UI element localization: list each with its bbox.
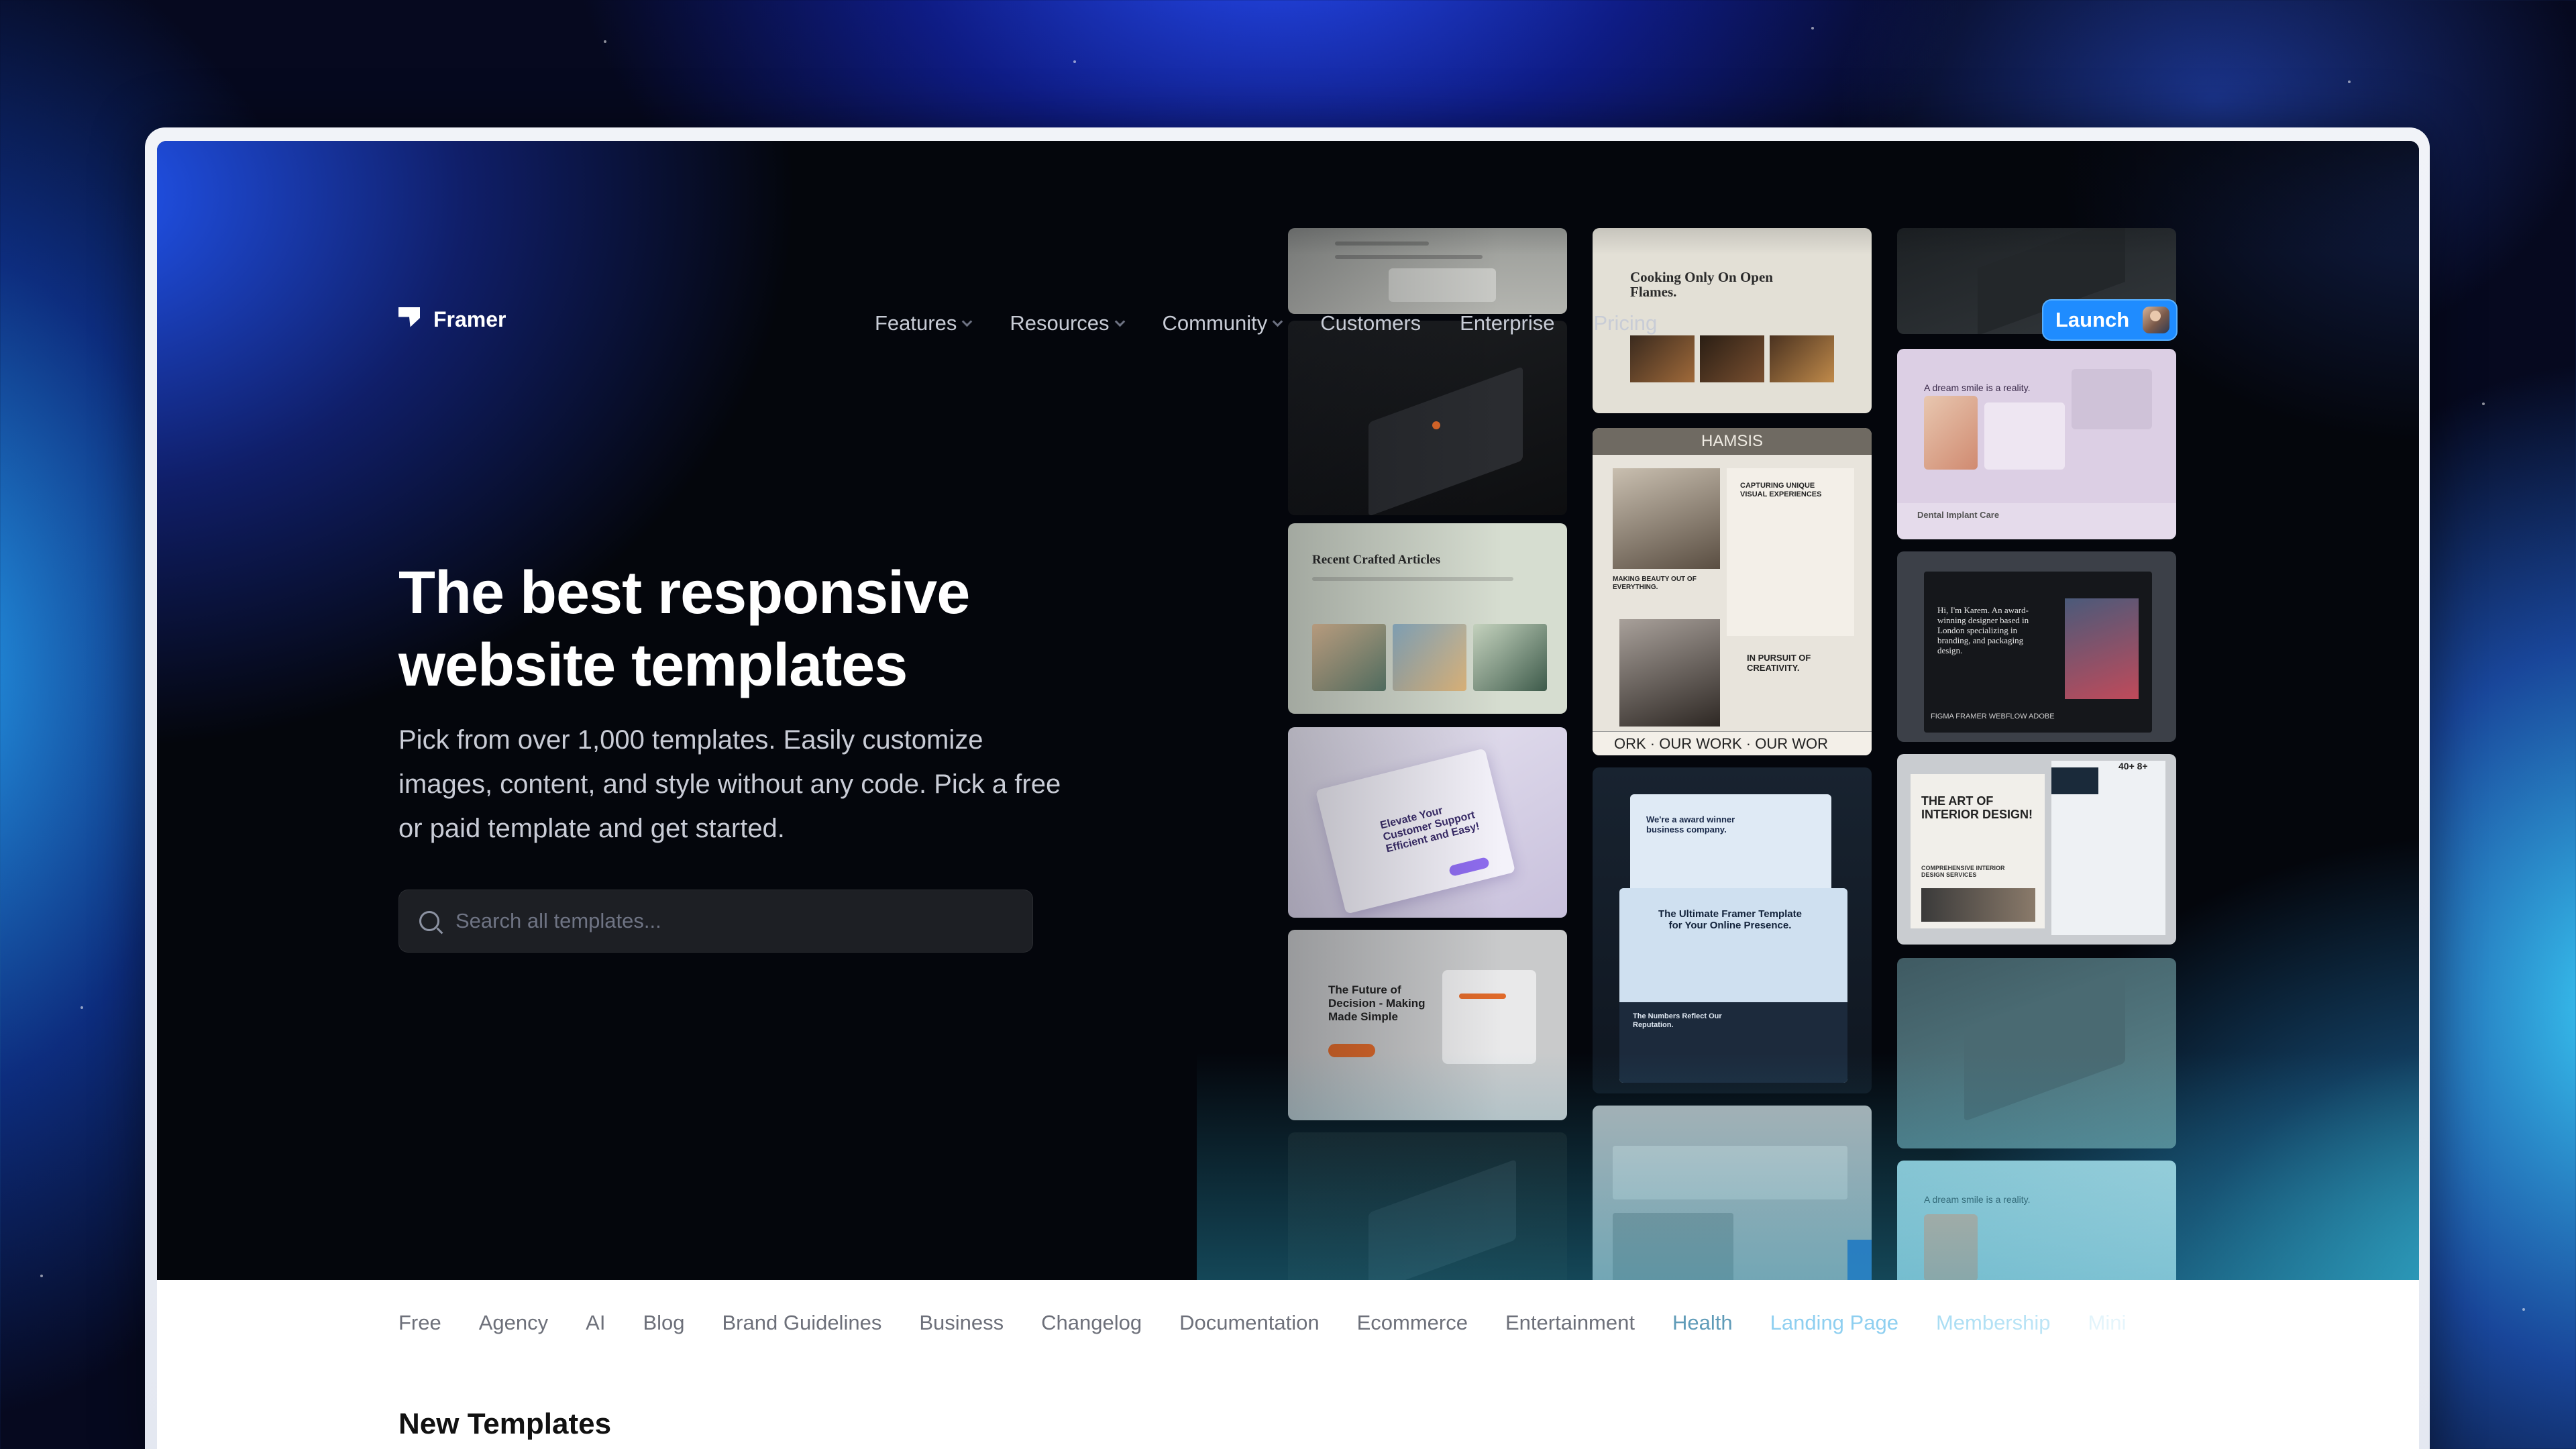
template-title: The Future of Decision - Making Made Sim… — [1328, 983, 1426, 1023]
template-card[interactable] — [1897, 958, 2176, 1148]
template-headline: A dream smile is a reality. — [1924, 1194, 2031, 1205]
template-title: Cooking Only On Open Flames. — [1630, 269, 1773, 300]
hero-subtitle: Pick from over 1,000 templates. Easily c… — [398, 725, 1061, 843]
nav-item-features[interactable]: Features — [875, 311, 973, 335]
template-card[interactable] — [1593, 1106, 1872, 1280]
template-headline: THE ART OF INTERIOR DESIGN! — [1921, 794, 2033, 821]
star — [2348, 80, 2351, 83]
chevron-down-icon — [1273, 316, 1283, 327]
nav-item-pricing[interactable]: Pricing — [1593, 311, 1657, 335]
category-tab-documentation[interactable]: Documentation — [1179, 1311, 1320, 1335]
template-headline: MAKING BEAUTY OUT OF EVERYTHING. — [1613, 576, 1697, 591]
template-card[interactable]: Hi, I'm Karem. An award-winning designer… — [1897, 551, 2176, 742]
chevron-down-icon — [962, 316, 973, 327]
category-tab-brand-guidelines[interactable]: Brand Guidelines — [722, 1311, 882, 1335]
template-headline: The Ultimate Framer Template for Your On… — [1658, 908, 1802, 931]
hero-section: Recent Crafted Articles Elevate Your Cus… — [157, 141, 2419, 1280]
nav-label: Pricing — [1593, 311, 1658, 335]
template-headline: IN PURSUIT OF CREATIVITY. — [1747, 653, 1811, 673]
nav-label: Resources — [1010, 311, 1110, 335]
category-tab-mini[interactable]: Mini — [2088, 1311, 2127, 1335]
chevron-down-icon — [1114, 316, 1125, 327]
avatar[interactable] — [2143, 307, 2169, 333]
star — [40, 1275, 43, 1277]
template-logos: FIGMA FRAMER WEBFLOW ADOBE — [1931, 712, 2055, 720]
template-headline: COMPREHENSIVE INTERIOR DESIGN SERVICES — [1921, 865, 2005, 878]
template-marquee: ORK · OUR WORK · OUR WOR — [1614, 735, 1828, 752]
browser-viewport: Recent Crafted Articles Elevate Your Cus… — [157, 141, 2419, 1449]
template-headline: CAPTURING UNIQUE VISUAL EXPERIENCES — [1740, 482, 1822, 498]
framer-logo-icon — [398, 307, 420, 327]
template-headline: The Numbers Reflect Our Reputation. — [1633, 1012, 1722, 1029]
nav-label: Features — [875, 311, 957, 335]
nav-label: Customers — [1320, 311, 1421, 335]
template-headline: A dream smile is a reality. — [1924, 382, 2031, 393]
category-tab-blog[interactable]: Blog — [643, 1311, 684, 1335]
template-title: HAMSIS — [1701, 432, 1763, 450]
template-stats: 40+ 8+ — [2118, 761, 2148, 771]
brand-name: Framer — [433, 307, 506, 331]
template-card[interactable] — [1288, 228, 1567, 314]
template-card[interactable]: HAMSIS CAPTURING UNIQUE VISUAL EXPERIENC… — [1593, 428, 1872, 755]
page-title: The best responsive website templates — [398, 559, 970, 699]
brand-logo[interactable]: Framer — [398, 302, 506, 332]
category-tab-health[interactable]: Health — [1672, 1311, 1733, 1335]
nav-item-enterprise[interactable]: Enterprise — [1460, 311, 1554, 335]
template-card[interactable]: The Future of Decision - Making Made Sim… — [1288, 930, 1567, 1120]
category-tabs: Free Agency AI Blog Brand Guidelines Bus… — [398, 1311, 2126, 1335]
template-headline: Hi, I'm Karem. An award-winning designer… — [1937, 605, 2029, 655]
template-card[interactable]: A dream smile is a reality. — [1897, 1161, 2176, 1280]
template-card[interactable]: A dream smile is a reality. Dental Impla… — [1897, 349, 2176, 539]
template-card[interactable]: Elevate Your Customer Support Efficient … — [1288, 727, 1567, 918]
search-icon — [419, 911, 439, 931]
launch-button[interactable]: Launch — [2042, 299, 2178, 341]
star — [1811, 27, 1814, 30]
category-tab-changelog[interactable]: Changelog — [1041, 1311, 1142, 1335]
category-tab-landing-page[interactable]: Landing Page — [1770, 1311, 1898, 1335]
template-headline: We're a award winner business company. — [1646, 814, 1735, 835]
launch-label: Launch — [2055, 308, 2130, 331]
search-bar[interactable] — [398, 890, 1033, 953]
category-tab-entertainment[interactable]: Entertainment — [1505, 1311, 1635, 1335]
nav-item-customers[interactable]: Customers — [1320, 311, 1421, 335]
template-card[interactable]: We're a award winner business company. T… — [1593, 767, 1872, 1093]
template-card[interactable]: THE ART OF INTERIOR DESIGN! COMPREHENSIV… — [1897, 754, 2176, 945]
star — [2522, 1308, 2525, 1311]
section-title-new-templates: New Templates — [398, 1407, 612, 1440]
template-title: Recent Crafted Articles — [1312, 553, 1440, 567]
template-card[interactable] — [1288, 321, 1567, 515]
category-tab-ai[interactable]: AI — [586, 1311, 605, 1335]
star — [1073, 60, 1076, 63]
category-tab-business[interactable]: Business — [919, 1311, 1004, 1335]
nav-item-community[interactable]: Community — [1162, 311, 1283, 335]
category-tab-free[interactable]: Free — [398, 1311, 441, 1335]
template-card[interactable] — [1288, 1132, 1567, 1280]
category-tab-ecommerce[interactable]: Ecommerce — [1357, 1311, 1468, 1335]
nav-item-resources[interactable]: Resources — [1010, 311, 1125, 335]
nav-label: Enterprise — [1460, 311, 1555, 335]
main-nav: Features Resources Community Customers E… — [875, 311, 1657, 335]
nav-label: Community — [1162, 311, 1268, 335]
category-tab-agency[interactable]: Agency — [479, 1311, 548, 1335]
category-tab-membership[interactable]: Membership — [1936, 1311, 2051, 1335]
star — [2482, 402, 2485, 405]
search-input[interactable] — [455, 909, 1006, 933]
star — [80, 1006, 83, 1009]
star — [604, 40, 606, 43]
template-card[interactable]: Recent Crafted Articles — [1288, 523, 1567, 714]
